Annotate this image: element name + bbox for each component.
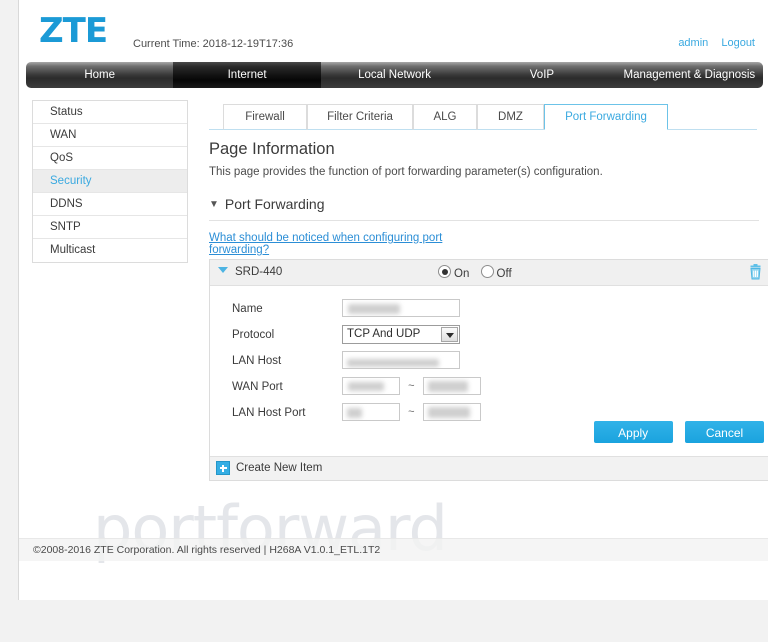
field-row-wan-port: WAN Port ~ [210,377,768,401]
page-header: ZTE Current Time: 2018-12-19T17:36 admin… [19,0,768,62]
nav-item-internet[interactable]: Internet [173,62,321,88]
lan-host-label: LAN Host [232,355,282,367]
current-time-label: Current Time: 2018-12-19T17:36 [133,38,294,50]
sidebar-item-sntp[interactable]: SNTP [33,216,187,239]
page-title: Page Information [209,140,335,158]
tab-firewall[interactable]: Firewall [223,104,307,130]
sidebar-item-status[interactable]: Status [33,101,187,124]
create-new-item-label[interactable]: Create New Item [236,462,322,474]
main-content: Page Information This page provides the … [191,140,759,266]
admin-user-link[interactable]: admin [678,37,708,49]
wan-port-label: WAN Port [232,381,283,393]
protocol-select[interactable]: TCP And UDP [342,325,460,344]
zte-logo: ZTE [39,11,108,51]
sidebar-item-qos[interactable]: QoS [33,147,187,170]
radio-off-label: Off [496,268,512,280]
sidebar-item-wan[interactable]: WAN [33,124,187,147]
radio-on-indicator[interactable] [438,265,451,278]
redacted-value [347,359,439,367]
radio-off[interactable]: Off [480,265,512,280]
tab-alg[interactable]: ALG [413,104,477,130]
protocol-label: Protocol [232,329,275,341]
collapse-caret-icon[interactable]: ▼ [209,199,219,210]
form-actions: Apply Cancel [585,421,764,443]
delete-entry-button[interactable] [748,264,763,284]
apply-button[interactable]: Apply [593,421,673,443]
field-row-protocol: Protocol TCP And UDP [210,325,768,349]
redacted-value [427,407,470,418]
port-forwarding-entry-panel: SRD-440 On Off Name Protocol TCP And UDP… [209,259,768,481]
copyright-text: ©2008-2016 ZTE Corporation. All rights r… [33,544,381,556]
entry-collapse-caret-icon[interactable] [218,267,228,273]
cancel-button[interactable]: Cancel [685,421,764,443]
wan-port-start-input[interactable] [342,377,400,395]
lan-host-port-range-separator: ~ [408,406,415,418]
nav-item-management-diagnosis[interactable]: Management & Diagnosis [616,62,763,88]
section-header-port-forwarding: ▼ Port Forwarding [209,196,759,221]
lan-host-port-start-input[interactable] [342,403,400,421]
nav-item-local-network[interactable]: Local Network [321,62,468,88]
page-footer: ©2008-2016 ZTE Corporation. All rights r… [19,538,768,561]
field-row-name: Name [210,299,768,323]
radio-on[interactable]: On [438,265,470,280]
section-title: Port Forwarding [224,196,325,212]
tab-port-forwarding[interactable]: Port Forwarding [544,104,668,130]
sidebar-item-ddns[interactable]: DDNS [33,193,187,216]
lan-host-input[interactable] [342,351,460,369]
account-links: admin Logout [668,37,755,49]
redacted-value [348,382,384,391]
page-description: This page provides the function of port … [209,166,603,178]
entry-state-radio-group: On Off [438,265,520,280]
main-navigation: Home Internet Local Network VoIP Managem… [26,62,763,88]
sidebar-item-multicast[interactable]: Multicast [33,239,187,262]
logout-link[interactable]: Logout [721,37,755,49]
tab-filter-criteria[interactable]: Filter Criteria [307,104,413,130]
wan-port-range-separator: ~ [408,380,415,392]
trash-icon [750,264,761,280]
wan-port-end-input[interactable] [422,377,481,395]
nav-item-home[interactable]: Home [26,62,173,88]
redacted-value [348,304,400,314]
sidebar-menu: Status WAN QoS Security DDNS SNTP Multic… [32,100,188,263]
chevron-down-icon[interactable] [441,327,458,342]
router-admin-page: ZTE Current Time: 2018-12-19T17:36 admin… [18,0,768,600]
name-input[interactable] [342,299,460,317]
tab-bar: Firewall Filter Criteria ALG DMZ Port Fo… [209,104,757,130]
tab-dmz[interactable]: DMZ [477,104,544,130]
browser-page: ZTE Current Time: 2018-12-19T17:36 admin… [0,0,768,642]
name-label: Name [232,303,263,315]
create-new-item-row[interactable]: Create New Item [210,456,768,480]
field-row-lan-host: LAN Host [210,351,768,375]
redacted-value [427,381,468,392]
redacted-value [347,408,362,418]
radio-on-label: On [454,268,470,280]
port-forwarding-notice-link[interactable]: What should be noticed when configuring … [209,232,467,256]
lan-host-port-end-input[interactable] [422,403,481,421]
sidebar-item-security[interactable]: Security [33,170,187,193]
entry-form: Name Protocol TCP And UDP LAN Host WAN P… [210,286,768,456]
entry-header: SRD-440 On Off [210,260,768,286]
plus-icon[interactable] [216,461,230,475]
lan-host-port-label: LAN Host Port [232,407,306,419]
nav-item-voip[interactable]: VoIP [468,62,615,88]
protocol-selected-value: TCP And UDP [347,328,421,340]
entry-name-label: SRD-440 [235,266,283,278]
radio-off-indicator[interactable] [480,265,494,278]
